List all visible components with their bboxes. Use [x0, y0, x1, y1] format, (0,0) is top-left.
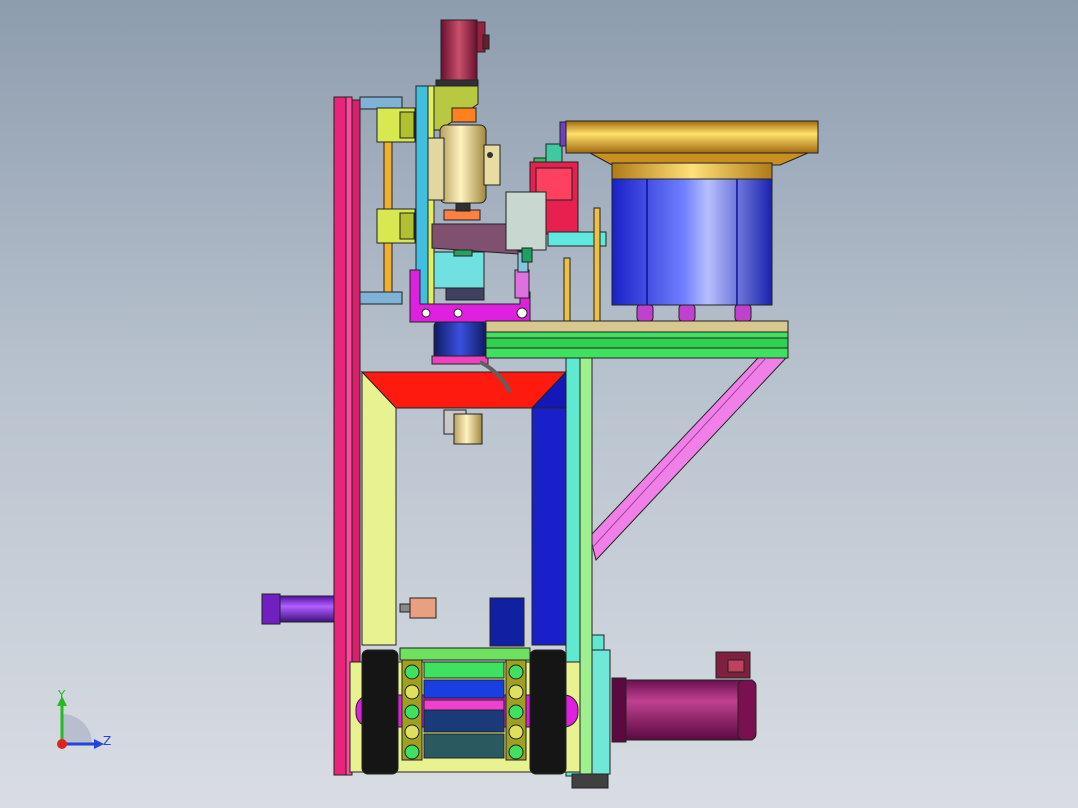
y-axis-label: Y [57, 688, 66, 702]
bottom-drive [349, 647, 581, 775]
z-axis-label: Z [103, 734, 111, 748]
side-actuator [261, 593, 335, 625]
diagonal-brace [589, 357, 788, 562]
machine-assembly-drawing: Y Z [57, 19, 819, 789]
vibratory-bowl [565, 120, 819, 322]
hopper [360, 360, 568, 646]
coordinate-triad: Y Z [57, 688, 111, 749]
cam-block [433, 249, 485, 289]
cad-viewport[interactable]: Y Z [0, 0, 1078, 808]
drive-servo-motor [611, 651, 757, 743]
chain-left [401, 659, 423, 761]
blue-box [489, 597, 525, 647]
hopper-fitting [443, 409, 483, 445]
x-axis-dot [57, 739, 67, 749]
sensor-plug [399, 597, 437, 619]
top-motor [435, 19, 490, 87]
chain-right [505, 659, 527, 761]
guide-rod-assembly [359, 96, 416, 305]
rotary-index [431, 287, 489, 365]
table-plates [485, 320, 789, 359]
